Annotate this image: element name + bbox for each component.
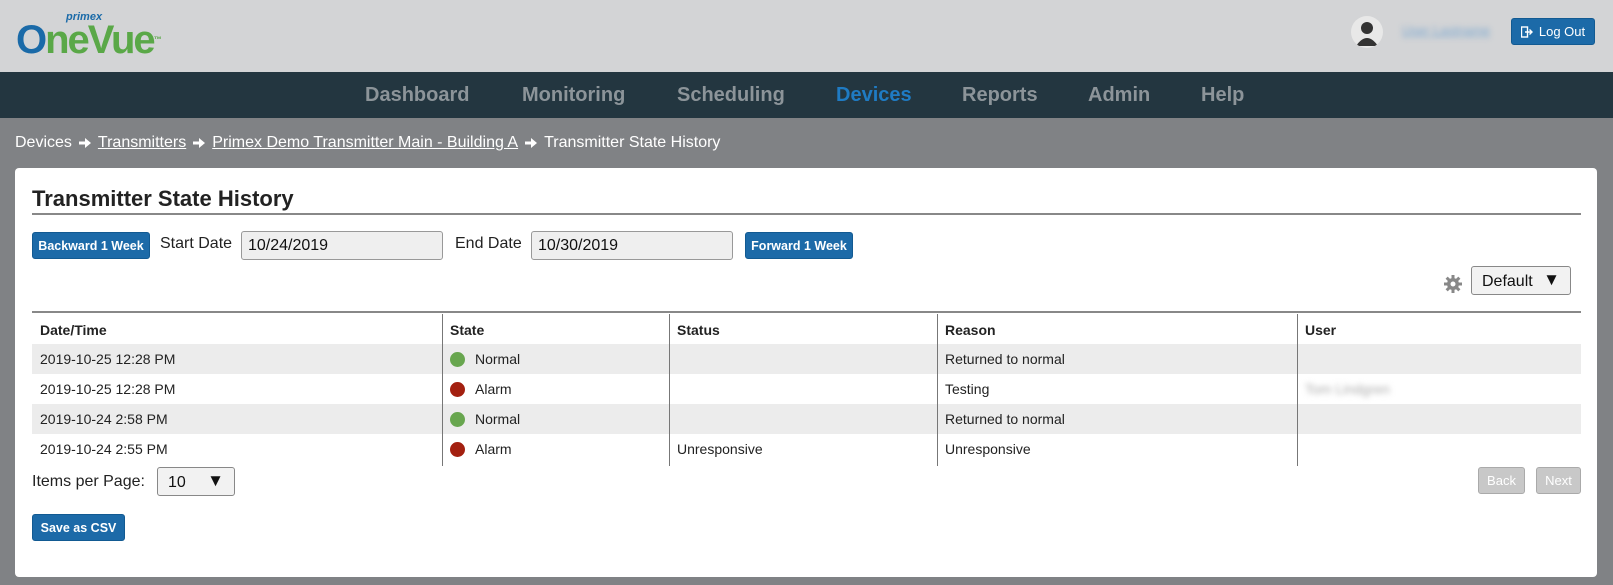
- table-row[interactable]: 2019-10-24 2:58 PM Normal Returned to no…: [32, 404, 1581, 434]
- status-dot-icon: [450, 441, 465, 457]
- items-per-page-value: 10: [168, 474, 186, 491]
- cell-datetime: 2019-10-24 2:55 PM: [40, 441, 168, 457]
- nav-scheduling[interactable]: Scheduling: [677, 72, 785, 118]
- save-csv-button[interactable]: Save as CSV: [32, 514, 125, 541]
- cell-user: [1297, 344, 1581, 374]
- arrow-right-icon: [525, 138, 538, 148]
- next-button[interactable]: Next: [1536, 467, 1581, 494]
- table-row[interactable]: 2019-10-25 12:28 PM Alarm Testing Tom Li…: [32, 374, 1581, 404]
- start-date-label: Start Date: [160, 235, 233, 252]
- backward-week-button[interactable]: Backward 1 Week: [32, 232, 150, 259]
- state-history-panel: Transmitter State History Backward 1 Wee…: [15, 168, 1597, 577]
- title-divider: [32, 213, 1581, 215]
- items-per-page-label: Items per Page:: [32, 473, 145, 490]
- items-per-page-select[interactable]: 10 ▼: [157, 467, 235, 496]
- arrow-right-icon: [78, 138, 91, 148]
- status-dot-icon: [450, 411, 465, 427]
- onevue-logo[interactable]: primex OneVue™: [16, 11, 176, 62]
- column-divider: [1297, 314, 1298, 466]
- main-nav: Dashboard Monitoring Scheduling Devices …: [0, 72, 1613, 118]
- cell-status: [669, 344, 937, 374]
- cell-status: [669, 404, 937, 434]
- cell-reason: Returned to normal: [945, 351, 1065, 367]
- col-header-datetime[interactable]: Date/Time: [32, 314, 442, 345]
- column-divider: [937, 314, 938, 466]
- breadcrumb-transmitters-link[interactable]: Transmitters: [98, 134, 186, 152]
- nav-devices[interactable]: Devices: [836, 72, 912, 118]
- cell-datetime: 2019-10-24 2:58 PM: [40, 411, 168, 427]
- breadcrumb-devices: Devices: [15, 134, 72, 151]
- nav-help[interactable]: Help: [1201, 72, 1244, 118]
- start-date-input[interactable]: [241, 231, 443, 260]
- logout-button[interactable]: Log Out: [1511, 18, 1595, 45]
- breadcrumb-device-link[interactable]: Primex Demo Transmitter Main - Building …: [212, 134, 518, 152]
- view-select[interactable]: Default ▼: [1471, 266, 1571, 295]
- top-header: primex OneVue™ User Lastname Log Out: [0, 0, 1613, 72]
- column-divider: [669, 314, 670, 466]
- cell-state: Alarm: [442, 434, 669, 464]
- column-divider: [442, 314, 443, 466]
- breadcrumb: Devices Transmitters Primex Demo Transmi…: [15, 132, 720, 154]
- gear-icon[interactable]: [1443, 274, 1463, 294]
- table-header-row: Date/Time State Status Reason User: [32, 314, 1581, 345]
- table-row[interactable]: 2019-10-24 2:55 PM Alarm Unresponsive Un…: [32, 434, 1581, 464]
- view-select-value: Default: [1482, 273, 1533, 290]
- back-button[interactable]: Back: [1478, 467, 1525, 494]
- nav-monitoring[interactable]: Monitoring: [522, 72, 625, 118]
- cell-state: Normal: [442, 404, 669, 434]
- cell-reason: Testing: [945, 381, 990, 397]
- cell-status: Unresponsive: [677, 441, 763, 457]
- logo-wordmark: OneVue™: [16, 18, 162, 62]
- cell-reason: Unresponsive: [945, 441, 1031, 457]
- col-header-user[interactable]: User: [1297, 314, 1581, 345]
- col-header-status[interactable]: Status: [669, 314, 937, 345]
- arrow-right-icon: [193, 138, 206, 148]
- cell-user: [1297, 434, 1581, 464]
- logout-label: Log Out: [1538, 24, 1586, 39]
- chevron-down-icon: ▼: [1543, 270, 1560, 289]
- nav-dashboard[interactable]: Dashboard: [365, 72, 469, 118]
- cell-reason: Returned to normal: [945, 411, 1065, 427]
- user-name-link[interactable]: User Lastname: [1402, 23, 1494, 39]
- nav-reports[interactable]: Reports: [962, 72, 1038, 118]
- table-divider: [32, 311, 1581, 313]
- cell-user: [1297, 404, 1581, 434]
- cell-datetime: 2019-10-25 12:28 PM: [40, 381, 176, 397]
- cell-status: [669, 374, 937, 404]
- table-row[interactable]: 2019-10-25 12:28 PM Normal Returned to n…: [32, 344, 1581, 374]
- end-date-label: End Date: [455, 235, 522, 252]
- col-header-reason[interactable]: Reason: [937, 314, 1297, 345]
- end-date-input[interactable]: [531, 231, 733, 260]
- cell-state: Alarm: [442, 374, 669, 404]
- logout-icon: [1520, 25, 1533, 38]
- user-avatar-icon[interactable]: [1351, 16, 1383, 48]
- page-title: Transmitter State History: [32, 186, 294, 211]
- cell-state: Normal: [442, 344, 669, 374]
- cell-datetime: 2019-10-25 12:28 PM: [40, 351, 176, 367]
- nav-admin[interactable]: Admin: [1088, 72, 1150, 118]
- status-dot-icon: [450, 351, 465, 367]
- breadcrumb-current: Transmitter State History: [544, 134, 721, 151]
- status-dot-icon: [450, 381, 465, 397]
- chevron-down-icon: ▼: [207, 471, 224, 490]
- cell-user: Tom Lindgren: [1305, 381, 1390, 397]
- col-header-state[interactable]: State: [442, 314, 669, 345]
- forward-week-button[interactable]: Forward 1 Week: [745, 232, 853, 259]
